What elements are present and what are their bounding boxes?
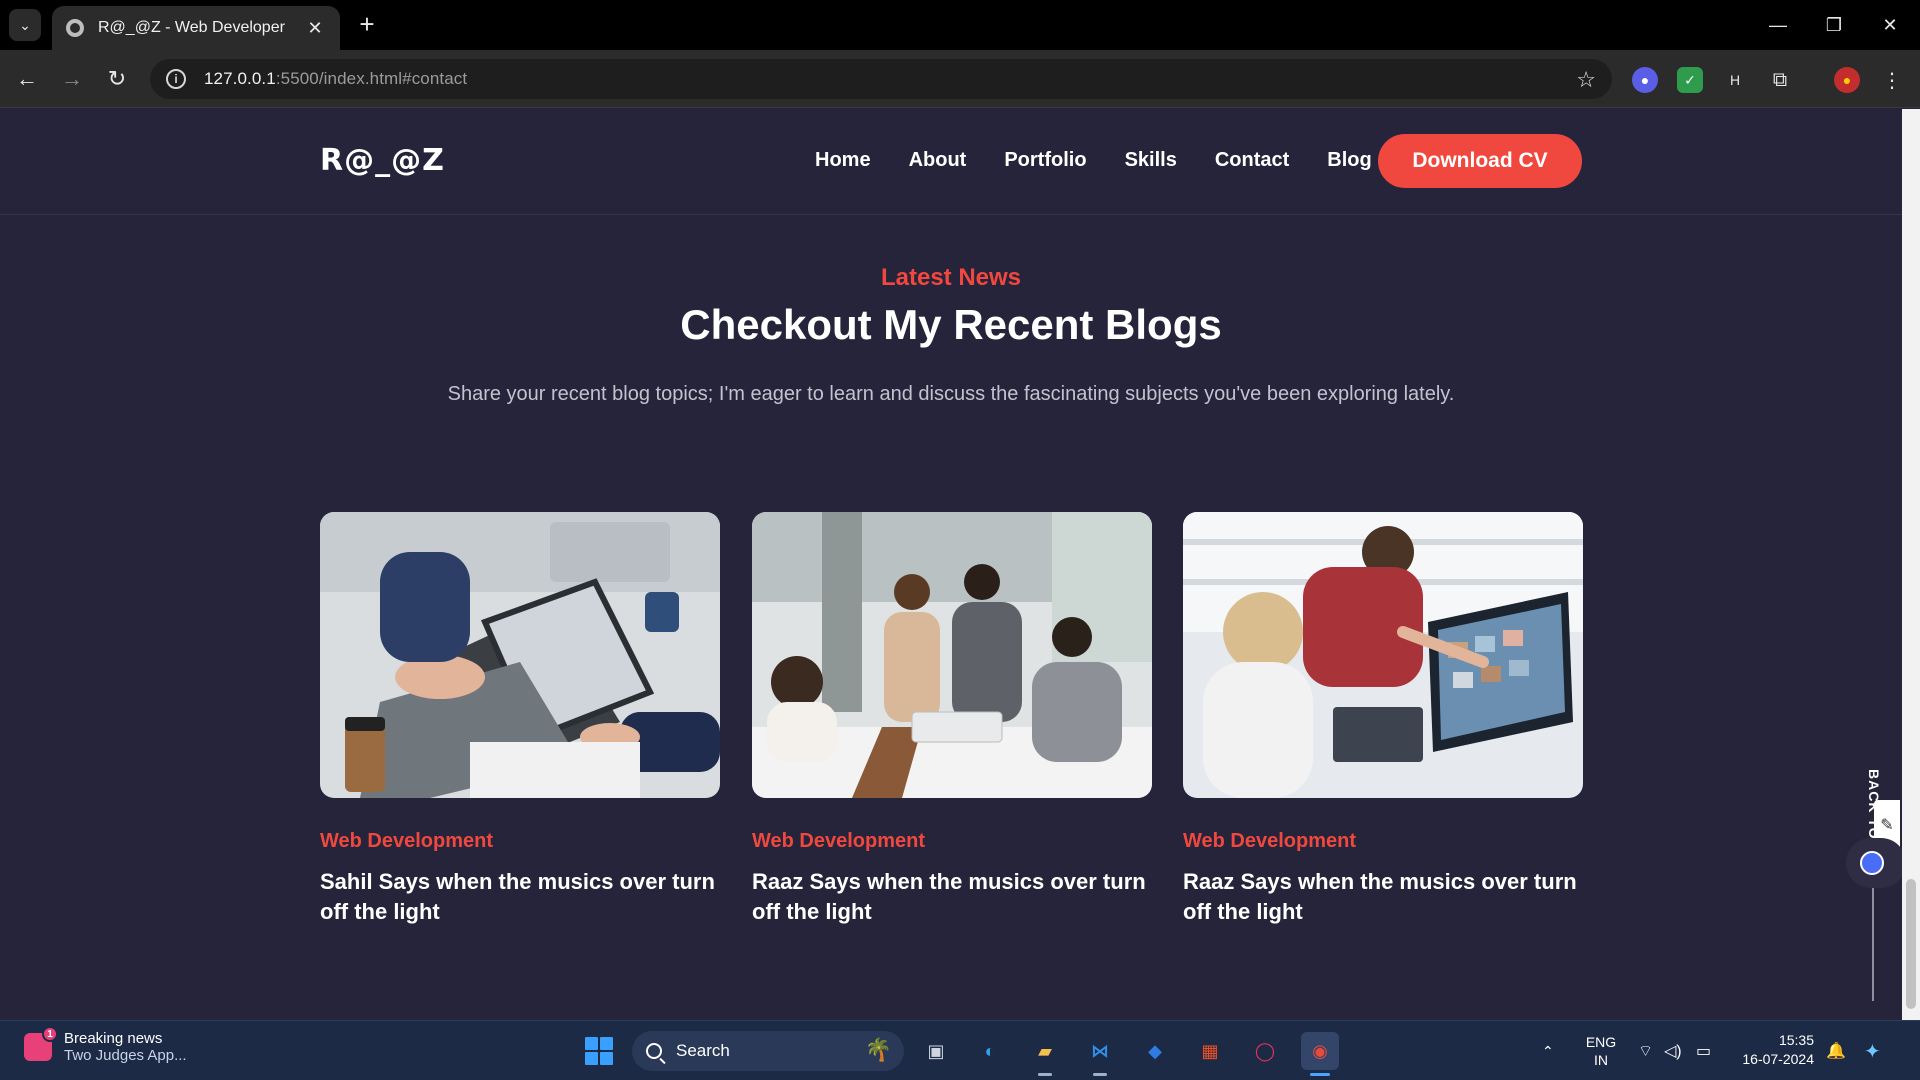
forward-arrow-icon[interactable]: → [55,62,89,96]
blog-image-laptop-work[interactable] [320,512,720,798]
blog-card-3[interactable]: Web Development Raaz Says when the music… [1183,512,1583,927]
browser-tabbar: ⌄ R@_@Z - Web Developer ✕ + — ❐ ✕ [0,0,1920,50]
bookmark-star-icon[interactable]: ☆ [1576,67,1596,93]
windows-taskbar: 1 Breaking news Two Judges App... Search… [0,1020,1920,1080]
volume-icon[interactable]: ◁) [1664,1021,1682,1080]
search-icon [646,1043,662,1059]
site-logo[interactable]: R@_@Z [320,143,445,178]
dropbox-icon[interactable]: ◆ [1136,1032,1174,1070]
chrome-icon[interactable]: ◉ [1301,1032,1339,1076]
nav-contact[interactable]: Contact [1215,149,1289,172]
news-icon: 1 [24,1026,58,1061]
news-title: Breaking news [64,1030,163,1047]
extension-h-icon[interactable]: H [1722,67,1748,93]
opera-icon[interactable]: ◯ [1246,1032,1284,1070]
search-highlight-icon: 🌴 [864,1037,892,1062]
file-explorer-icon[interactable]: ▰ [1026,1032,1064,1076]
clock-time: 15:35 [1778,1032,1814,1048]
browser-toolbar: ← → ↻ i 127.0.0.1:5500/index.html#contac… [0,50,1920,108]
profile-avatar-icon[interactable]: ● [1834,67,1860,93]
page-scrollbar[interactable] [1902,109,1920,1020]
extension-shield-icon[interactable]: ✓ [1677,67,1703,93]
battery-icon[interactable]: ▭ [1696,1021,1711,1080]
vscode-icon[interactable]: ⋈ [1081,1032,1119,1076]
close-tab-icon[interactable]: ✕ [304,18,326,39]
back-arrow-icon[interactable]: ← [10,62,44,96]
site-header: R@_@Z Home About Portfolio Skills Contac… [0,109,1902,215]
tab-title: R@_@Z - Web Developer [98,19,285,36]
close-window-icon[interactable]: ✕ [1862,0,1918,50]
globe-icon [66,19,84,37]
extension-ghost-icon[interactable]: ● [1632,67,1658,93]
store-icon[interactable]: ▦ [1191,1032,1229,1070]
tab-search-button[interactable]: ⌄ [9,9,41,41]
edge-icon[interactable]: ◐ [971,1032,1009,1070]
floating-widget: ✎ [1846,800,1906,920]
copilot-icon[interactable]: ✦ [1864,1021,1881,1080]
extensions-puzzle-icon[interactable]: ⧉ [1767,67,1793,93]
blog-card-1[interactable]: Web Development Sahil Says when the musi… [320,512,720,927]
reload-icon[interactable]: ↻ [100,62,134,96]
blog-card-2[interactable]: Web Development Raaz Says when the music… [752,512,1152,927]
address-bar[interactable]: i 127.0.0.1:5500/index.html#contact ☆ [150,59,1612,99]
nav-about[interactable]: About [909,149,967,172]
widget-assistant-button[interactable] [1846,838,1906,888]
blog-image-team-meeting[interactable] [752,512,1152,798]
browser-tab[interactable]: R@_@Z - Web Developer ✕ [52,6,340,50]
clock[interactable]: 15:35 16-07-2024 [1734,1031,1814,1069]
news-subtitle: Two Judges App... [64,1047,187,1064]
nav-skills[interactable]: Skills [1125,149,1177,172]
section-description: Share your recent blog topics; I'm eager… [447,383,1455,405]
browser-menu-icon[interactable]: ⋮ [1879,67,1905,93]
main-nav: Home About Portfolio Skills Contact Blog [815,149,1410,172]
assistant-icon [1860,851,1884,875]
webpage: R@_@Z Home About Portfolio Skills Contac… [0,109,1902,1020]
site-info-icon[interactable]: i [166,69,186,89]
news-badge: 1 [42,1026,58,1042]
blog-category[interactable]: Web Development [752,830,1152,853]
news-widget[interactable]: 1 Breaking news Two Judges App... [24,1026,187,1064]
new-tab-button[interactable]: + [352,10,382,40]
start-windows-icon[interactable] [585,1037,613,1065]
blog-title[interactable]: Raaz Says when the musics over turn off … [1183,867,1583,927]
download-cv-button[interactable]: Download CV [1378,134,1582,188]
nav-portfolio[interactable]: Portfolio [1004,149,1086,172]
wifi-icon[interactable]: ⌔ [1638,1021,1653,1080]
clock-date: 16-07-2024 [1742,1051,1814,1067]
minimize-icon[interactable]: — [1750,0,1806,50]
nav-blog[interactable]: Blog [1327,149,1371,172]
blog-category[interactable]: Web Development [320,830,720,853]
taskbar-search[interactable]: Search 🌴 [632,1031,904,1071]
section-tag: Latest News [880,264,1022,291]
blog-category[interactable]: Web Development [1183,830,1583,853]
notification-bell-icon[interactable]: 🔔 [1826,1021,1846,1080]
nav-home[interactable]: Home [815,149,871,172]
task-view-icon[interactable]: ▣ [917,1032,955,1070]
blog-image-monitor-review[interactable] [1183,512,1583,798]
taskbar-search-label: Search [676,1041,730,1060]
show-hidden-icons[interactable]: ⌃ [1542,1021,1554,1080]
language-indicator[interactable]: ENG IN [1584,1021,1618,1080]
restore-icon[interactable]: ❐ [1806,0,1862,50]
url-text: 127.0.0.1:5500/index.html#contact [204,69,468,88]
section-title: Checkout My Recent Blogs [680,301,1222,348]
scrollbar-thumb[interactable] [1906,879,1916,1009]
blog-title[interactable]: Sahil Says when the musics over turn off… [320,867,720,927]
blog-title[interactable]: Raaz Says when the musics over turn off … [752,867,1152,927]
